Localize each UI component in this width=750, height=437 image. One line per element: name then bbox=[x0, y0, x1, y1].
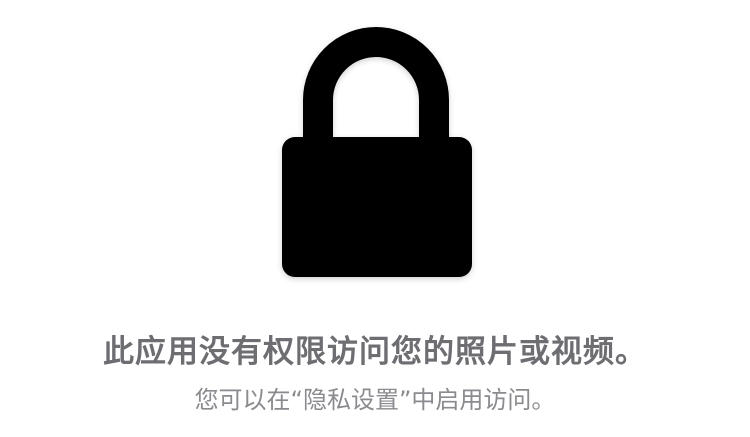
no-permission-title: 此应用没有权限访问您的照片或视频。 bbox=[103, 334, 647, 370]
lock-body bbox=[282, 137, 472, 277]
privacy-settings-hint: 您可以在“隐私设置”中启用访问。 bbox=[194, 386, 556, 414]
lock-shackle bbox=[303, 27, 449, 145]
lock-icon bbox=[282, 27, 472, 277]
